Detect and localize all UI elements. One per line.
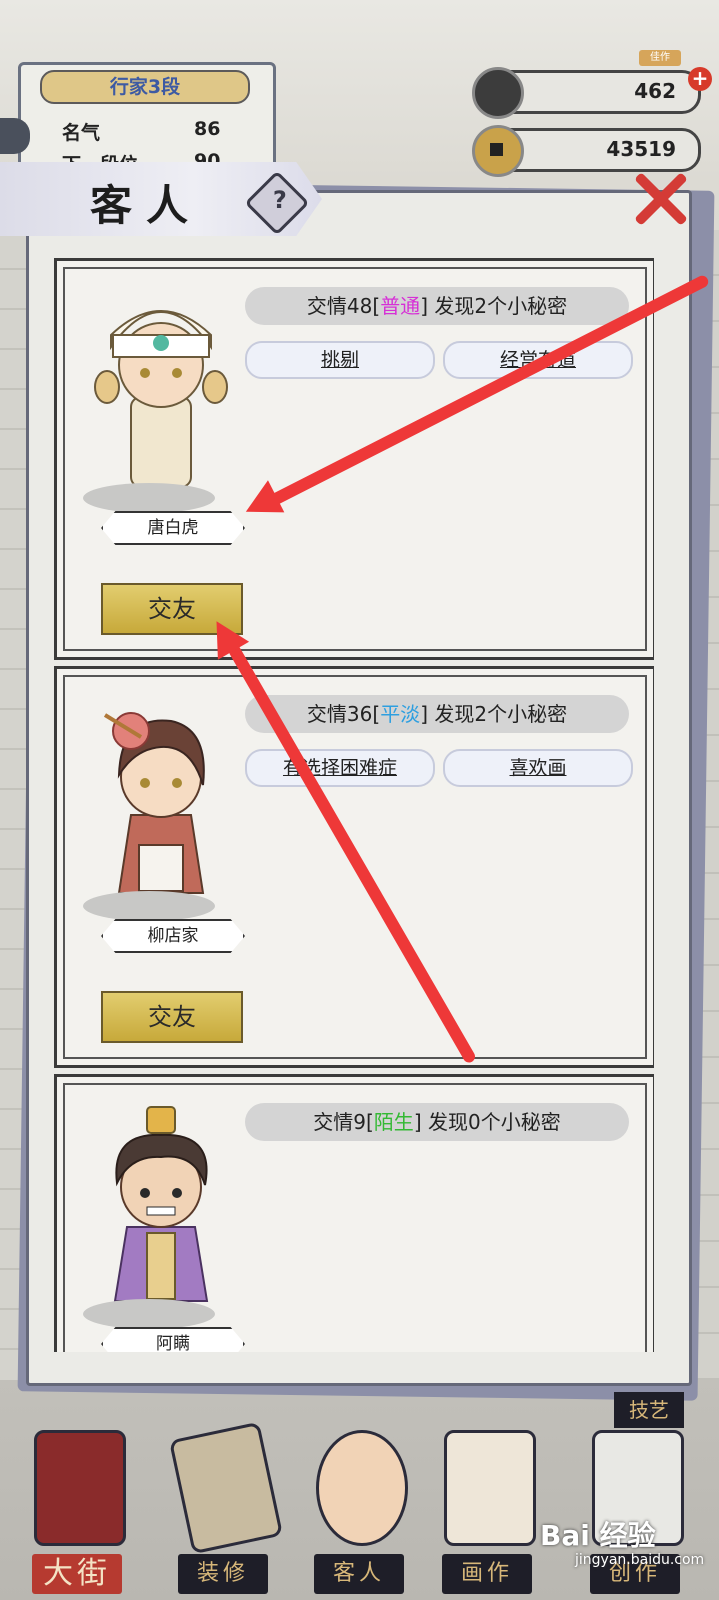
relation-prefix: 交情9[: [313, 1110, 374, 1134]
guest-trait[interactable]: 喜欢画: [443, 749, 633, 787]
nav-label: 画作: [442, 1554, 532, 1594]
scroll-painting-icon: [444, 1430, 536, 1546]
guest-name: 阿瞒: [101, 1327, 245, 1352]
add-ink-button[interactable]: +: [688, 67, 712, 91]
relation-suffix: ] 发现2个小秘密: [420, 294, 568, 318]
guest-card: 阿瞒 交情9[陌生] 发现0个小秘密: [54, 1074, 654, 1352]
guest-trait[interactable]: 挑剔: [245, 341, 435, 379]
currency-coin-value: 43519: [606, 137, 676, 161]
nav-label: 大街: [32, 1554, 122, 1594]
back-button[interactable]: [0, 118, 30, 154]
relation-prefix: 交情36[: [306, 702, 381, 726]
guest-list[interactable]: 唐白虎 交友 交情48[普通] 发现2个小秘密 挑剔 经営有道 柳店家 交友 交…: [54, 252, 654, 1352]
guest-relation-bar: 交情36[平淡] 发现2个小秘密: [245, 695, 629, 733]
fame-row: 名气 86: [62, 118, 220, 145]
watermark-logo: Bai 经验: [540, 1519, 656, 1552]
relation-suffix: ] 发现2个小秘密: [420, 702, 568, 726]
guest-portrait: [83, 695, 241, 921]
guest-portrait: [83, 1103, 241, 1329]
relation-prefix: 交情48[: [306, 294, 381, 318]
portrait-shadow: [83, 483, 215, 513]
person-icon: [316, 1430, 408, 1546]
ink-icon: [472, 67, 524, 119]
bottom-nav: 大街 装修 客人 画作 创作: [0, 1390, 719, 1600]
close-button[interactable]: [628, 166, 692, 230]
relation-level: 平淡: [380, 702, 421, 726]
watermark-url: jingyan.baidu.com: [575, 1552, 705, 1568]
modal-title: 客人: [90, 181, 203, 230]
nav-guests[interactable]: 客人: [296, 1390, 420, 1600]
relation-level: 陌生: [373, 1110, 414, 1134]
nav-label: 客人: [314, 1554, 404, 1594]
guest-trait[interactable]: 有选择困难症: [245, 749, 435, 787]
book-icon: [168, 1421, 284, 1555]
relation-level: 普通: [380, 294, 421, 318]
coin-icon: [472, 125, 524, 177]
relation-suffix: ] 发现0个小秘密: [413, 1110, 561, 1134]
nav-street[interactable]: 大街: [14, 1390, 138, 1600]
guest-portrait: [83, 287, 241, 513]
noble-figure-icon: [113, 1106, 209, 1302]
nav-decorate[interactable]: 装修: [160, 1390, 284, 1600]
currency-ink-value: 462: [634, 79, 676, 103]
shopkeeper-figure-icon: [103, 712, 205, 894]
nav-label: 装修: [178, 1554, 268, 1594]
gate-icon: [34, 1430, 126, 1546]
guest-name: 唐白虎: [101, 511, 245, 545]
fame-label: 名气: [62, 122, 101, 144]
scholar-figure-icon: [94, 310, 228, 488]
question-icon: ?: [272, 186, 287, 215]
rank-title: 行家3段: [40, 70, 250, 104]
befriend-button[interactable]: 交友: [101, 991, 243, 1043]
fame-value: 86: [194, 118, 221, 140]
guest-relation-bar: 交情48[普通] 发现2个小秘密: [245, 287, 629, 325]
masterpiece-badge: 佳作: [639, 50, 681, 66]
nav-paintings[interactable]: 画作: [424, 1390, 548, 1600]
portrait-shadow: [83, 891, 215, 921]
nav-create[interactable]: 创作: [572, 1390, 696, 1600]
guest-relation-bar: 交情9[陌生] 发现0个小秘密: [245, 1103, 629, 1141]
portrait-shadow: [83, 1299, 215, 1329]
currency-ink-pill: 462 +: [472, 67, 712, 119]
guest-name: 柳店家: [101, 919, 245, 953]
